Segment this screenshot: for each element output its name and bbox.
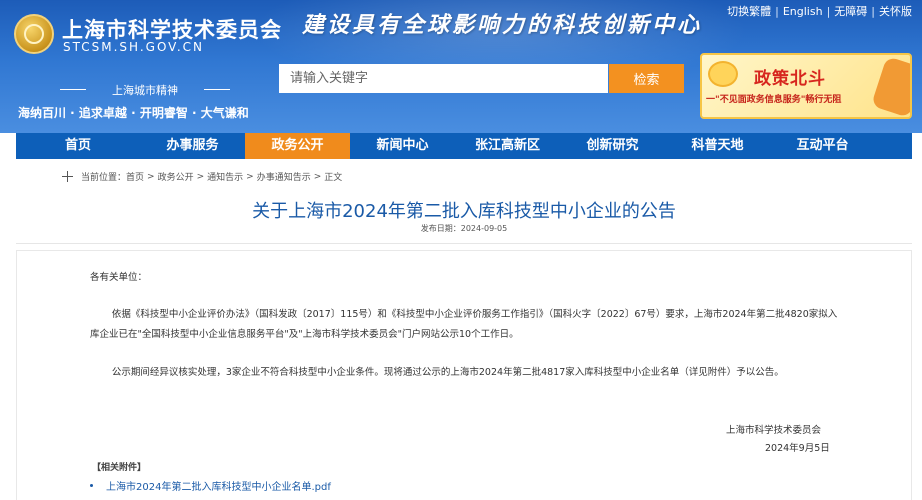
nav-item-zhangjiang[interactable]: 张江高新区 — [455, 133, 560, 159]
breadcrumb: 当前位置： 首页 > 政务公开 > 通知告示 > 办事通知告示 > 正文 — [62, 170, 342, 183]
city-spirit-heading: 上海城市精神 — [60, 82, 230, 98]
article-paragraph-2: 公示期间经异议核实处理，3家企业不符合科技型中小企业条件。现将通过公示的上海市2… — [111, 367, 784, 378]
search-button[interactable]: 检索 — [609, 64, 684, 93]
city-spirit-text: 海纳百川 · 追求卓越 · 开明睿智 · 大气谦和 — [18, 106, 249, 120]
title-divider — [16, 243, 912, 244]
link-care-version[interactable]: 关怀版 — [879, 5, 912, 18]
bullet-icon — [90, 484, 93, 487]
article-paragraph-1: 依据《科技型中小企业评价办法》（国科发政〔2017〕115号）和《科技型中小企业… — [90, 309, 838, 340]
breadcrumb-gov-affairs[interactable]: 政务公开 — [158, 170, 194, 183]
main-nav: 首页 办事服务 政务公开 新闻中心 张江高新区 创新研究 科普天地 互动平台 — [16, 133, 912, 159]
signature-date: 2024年9月5日 — [765, 443, 830, 454]
signature-org: 上海市科学技术委员会 — [726, 425, 822, 436]
breadcrumb-label: 当前位置： — [81, 173, 127, 183]
site-header: 上海市科学技术委员会 STCSM.SH.GOV.CN 建设具有全球影响力的科技创… — [0, 0, 922, 133]
logo-emblem-icon[interactable] — [14, 14, 54, 54]
attachment-link[interactable]: 上海市2024年第二批入库科技型中小企业名单.pdf — [106, 478, 331, 493]
slogan-banner: 建设具有全球影响力的科技创新中心 — [302, 12, 703, 38]
article-title: 关于上海市2024年第二批入库科技型中小企业的公告 — [252, 201, 676, 222]
attachment-item: 上海市2024年第二批入库科技型中小企业名单.pdf — [90, 478, 331, 493]
nav-item-research[interactable]: 创新研究 — [560, 133, 665, 159]
search-box — [279, 64, 608, 93]
link-english[interactable]: English — [783, 5, 823, 18]
policy-banner[interactable]: 政策北斗 一"不见面政务信息服务"畅行无阻 — [700, 53, 912, 119]
nav-item-news[interactable]: 新闻中心 — [350, 133, 455, 159]
breadcrumb-home[interactable]: 首页 — [126, 170, 144, 183]
breadcrumb-notices[interactable]: 通知告示 — [207, 170, 243, 183]
site-domain: STCSM.SH.GOV.CN — [63, 40, 205, 54]
nav-item-home[interactable]: 首页 — [16, 133, 140, 159]
policy-banner-title: 政策北斗 — [754, 69, 826, 89]
breadcrumb-service-notices[interactable]: 办事通知告示 — [257, 170, 311, 183]
nav-item-gov-affairs[interactable]: 政务公开 — [245, 133, 350, 159]
search-input[interactable] — [279, 64, 608, 93]
banner-decoration-icon — [708, 61, 738, 87]
salutation: 各有关单位： — [90, 272, 148, 283]
attachments-heading: 【相关附件】 — [92, 463, 147, 473]
breadcrumb-current: 正文 — [324, 173, 343, 183]
location-move-icon — [62, 171, 73, 182]
policy-banner-subtitle: 一"不见面政务信息服务"畅行无阻 — [706, 95, 842, 105]
banner-hand-icon — [870, 56, 910, 117]
nav-item-science[interactable]: 科普天地 — [665, 133, 770, 159]
link-traditional-chinese[interactable]: 切换繁體 — [727, 5, 771, 18]
publish-date: 发布日期：2024-09-05 — [420, 224, 508, 233]
top-links: 切换繁體 | English | 无障碍 | 关怀版 — [727, 5, 912, 18]
link-accessibility[interactable]: 无障碍 — [834, 5, 867, 18]
nav-item-services[interactable]: 办事服务 — [140, 133, 245, 159]
nav-item-interactive[interactable]: 互动平台 — [770, 133, 875, 159]
